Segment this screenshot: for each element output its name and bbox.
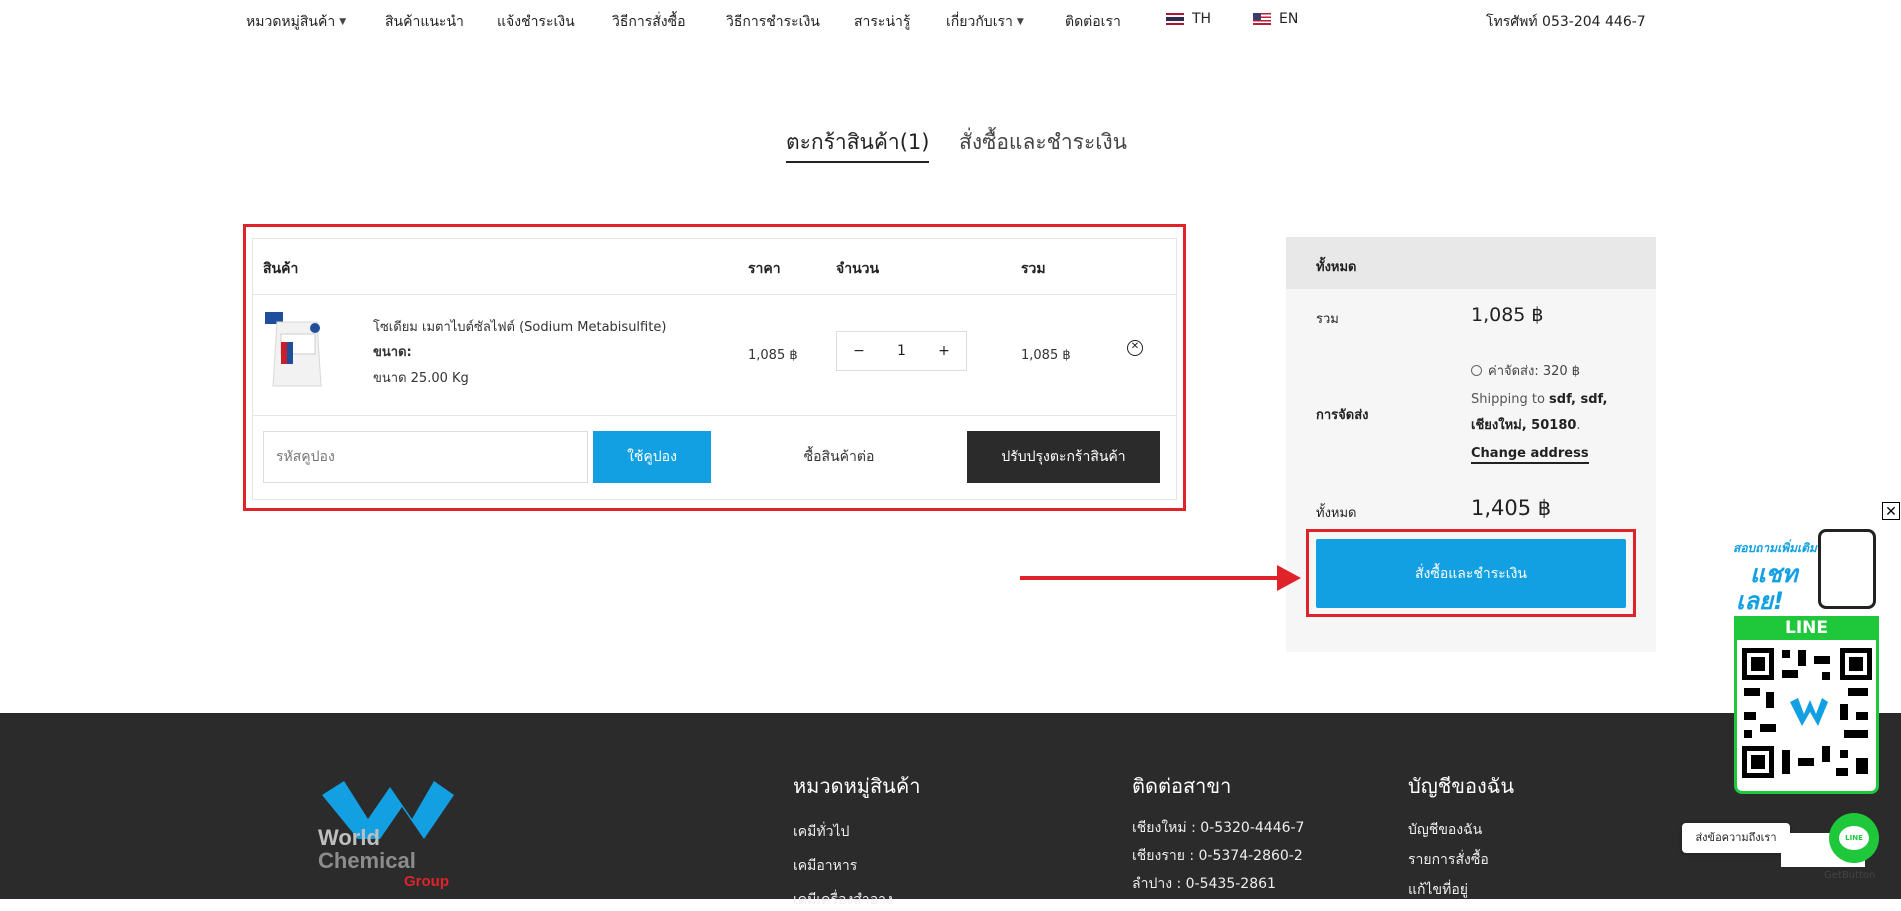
- annotation-arrow: [1020, 576, 1282, 580]
- qty-value[interactable]: 1: [897, 343, 906, 359]
- logo-text-group: Group: [404, 873, 449, 890]
- qr-code-icon: [1740, 646, 1874, 780]
- chevron-down-icon: ▼: [339, 17, 347, 27]
- quantity-stepper: − 1 +: [836, 331, 967, 371]
- shipping-label: การจัดส่ง: [1316, 408, 1369, 423]
- product-image[interactable]: [263, 312, 327, 390]
- footer-link[interactable]: เคมีทั่วไป: [793, 821, 849, 843]
- footer-link[interactable]: เคมีเครื่องสำอาง: [793, 889, 893, 911]
- header-total: รวม: [1021, 261, 1046, 277]
- shipping-address-1: sdf, sdf,: [1549, 392, 1608, 407]
- header-price: ราคา: [748, 261, 781, 277]
- lang-th[interactable]: TH: [1166, 11, 1211, 27]
- shipping-to-prefix: Shipping to: [1471, 392, 1545, 407]
- lang-en-label: EN: [1279, 11, 1299, 27]
- footer-link[interactable]: แก้ไขที่อยู่: [1408, 879, 1468, 901]
- line-chat-button[interactable]: LINE: [1829, 813, 1879, 863]
- tab-checkout[interactable]: สั่งซื้อและชำระเงิน: [959, 126, 1127, 159]
- footer-link[interactable]: เคมีอาหาร: [793, 855, 857, 877]
- header-product: สินค้า: [263, 261, 299, 277]
- footer-account-title: บัญชีของฉัน: [1408, 774, 1515, 798]
- phone-number: โทรศัพท์ 053-204 446-7: [1486, 14, 1646, 30]
- apply-coupon-button[interactable]: ใช้คูปอง: [593, 431, 711, 483]
- update-cart-button[interactable]: ปรับปรุงตะกร้าสินค้า: [967, 431, 1160, 483]
- top-nav: หมวดหมู่สินค้า ▼ สินค้าแนะนำ แจ้งชำระเงิน…: [0, 0, 1901, 42]
- footer-link[interactable]: รายการสั่งซื้อ: [1408, 849, 1489, 871]
- company-logo[interactable]: World Chemical Group: [318, 775, 460, 890]
- coupon-input[interactable]: [263, 431, 588, 483]
- shipping-option-label: ค่าจัดส่ง: 320 ฿: [1488, 364, 1581, 379]
- widget-close-icon[interactable]: ✕: [1882, 502, 1900, 520]
- widget-promo-now: เลย!: [1736, 587, 1784, 615]
- product-line-total: 1,085 ฿: [1021, 348, 1071, 363]
- divider: [253, 415, 1176, 416]
- shipping-address-2: เชียงใหม่, 50180: [1471, 418, 1577, 433]
- checkout-button[interactable]: สั่งซื้อและชำระเงิน: [1316, 539, 1626, 608]
- send-message-tooltip: ส่งข้อความถึงเรา: [1682, 823, 1790, 853]
- change-address-link[interactable]: Change address: [1471, 446, 1589, 464]
- nav-how-to-pay[interactable]: วิธีการชำระเงิน: [726, 11, 820, 33]
- lang-th-label: TH: [1192, 11, 1212, 27]
- nav-categories-label: หมวดหมู่สินค้า: [246, 14, 336, 30]
- line-qr-widget[interactable]: สอบถามเพิ่มเติม แชท เลย! LINE: [1728, 529, 1885, 794]
- thai-flag-icon: [1166, 13, 1184, 25]
- product-price: 1,085 ฿: [748, 348, 798, 363]
- shipping-to-suffix: .: [1576, 418, 1581, 433]
- footer: [0, 713, 1901, 899]
- subtotal-label: รวม: [1316, 312, 1339, 327]
- total-value: 1,405 ฿: [1471, 496, 1552, 520]
- nav-payment-notice[interactable]: แจ้งชำระเงิน: [497, 11, 575, 33]
- product-size-label: ขนาด:: [373, 345, 412, 360]
- summary-title: ทั้งหมด: [1316, 260, 1357, 275]
- footer-branches-title: ติดต่อสาขา: [1132, 774, 1232, 798]
- nav-about-label: เกี่ยวกับเรา: [946, 14, 1013, 30]
- lang-en[interactable]: EN: [1253, 11, 1298, 27]
- tab-cart[interactable]: ตะกร้าสินค้า(1): [786, 126, 930, 163]
- nav-contact[interactable]: ติดต่อเรา: [1065, 11, 1121, 33]
- subtotal-value: 1,085 ฿: [1471, 304, 1544, 326]
- line-chat-icon: LINE: [1839, 826, 1869, 850]
- shipping-option[interactable]: ค่าจัดส่ง: 320 ฿: [1471, 360, 1580, 381]
- line-label: LINE: [1734, 616, 1879, 640]
- getbutton-branding[interactable]: GetButton: [1824, 870, 1875, 881]
- annotation-arrow-head: [1277, 565, 1301, 591]
- divider: [253, 294, 1176, 295]
- nav-recommended[interactable]: สินค้าแนะนำ: [385, 11, 464, 33]
- radio-icon[interactable]: [1471, 365, 1482, 376]
- shipping-to-line1: Shipping to sdf, sdf,: [1471, 392, 1607, 407]
- total-label: ทั้งหมด: [1316, 506, 1357, 521]
- qty-plus-button[interactable]: +: [938, 343, 950, 359]
- remove-item-icon[interactable]: ✕: [1127, 340, 1143, 356]
- shipping-to-line2: เชียงใหม่, 50180.: [1471, 414, 1581, 435]
- us-flag-icon: [1253, 13, 1271, 25]
- footer-branch[interactable]: เชียงราย : 0-5374-2860-2: [1132, 845, 1303, 867]
- product-size-value: ขนาด 25.00 Kg: [373, 371, 469, 386]
- footer-branch[interactable]: เชียงใหม่ : 0-5320-4446-7: [1132, 817, 1304, 839]
- qty-minus-button[interactable]: −: [853, 343, 865, 359]
- chevron-down-icon: ▼: [1016, 17, 1024, 27]
- nav-about[interactable]: เกี่ยวกับเรา ▼: [946, 11, 1024, 33]
- nav-categories[interactable]: หมวดหมู่สินค้า ▼: [246, 11, 346, 33]
- continue-shopping-link[interactable]: ซื้อสินค้าต่อ: [770, 431, 908, 483]
- footer-categories-title: หมวดหมู่สินค้า: [793, 774, 921, 798]
- product-name[interactable]: โซเดียม เมตาไบต์ซัลไฟต์ (Sodium Metabisu…: [373, 316, 666, 337]
- logo-text-chemical: Chemical: [318, 848, 416, 873]
- footer-link[interactable]: บัญชีของฉัน: [1408, 819, 1482, 841]
- nav-articles[interactable]: สาระน่ารู้: [854, 11, 910, 33]
- phone-illustration-icon: [1818, 529, 1876, 609]
- header-qty: จำนวน: [836, 261, 880, 277]
- nav-how-to-order[interactable]: วิธีการสั่งซื้อ: [612, 11, 686, 33]
- footer-branch[interactable]: ลำปาง : 0-5435-2861: [1132, 873, 1276, 895]
